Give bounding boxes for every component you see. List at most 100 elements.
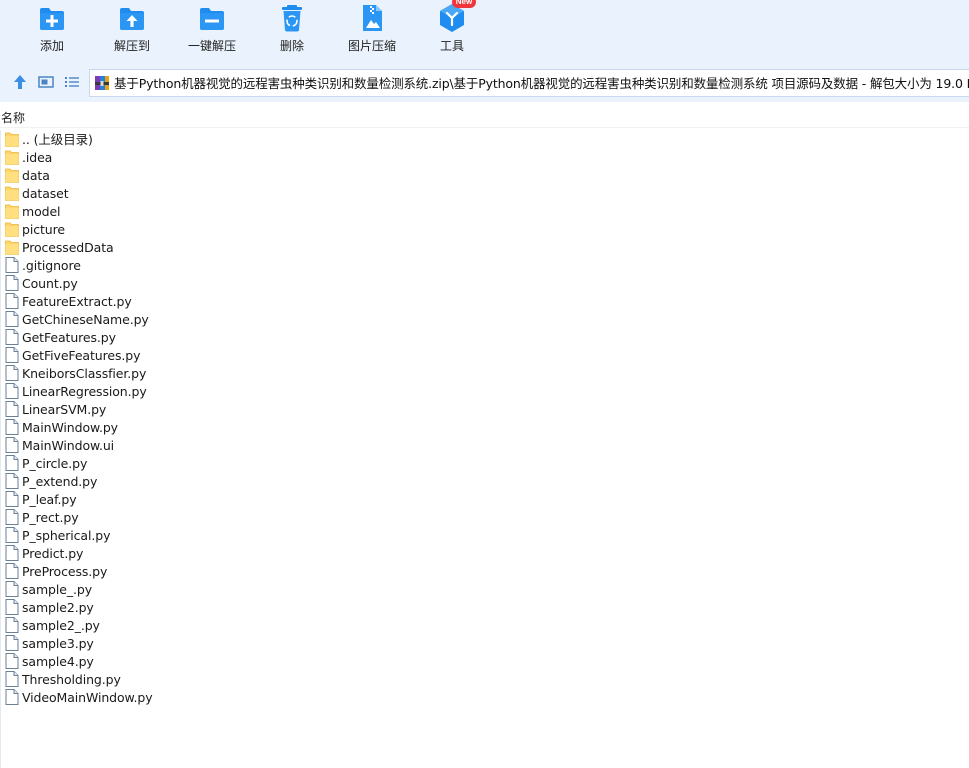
folder-add-icon <box>40 8 64 30</box>
item-name: .. (上级目录) <box>22 132 93 147</box>
item-name: P_circle.py <box>22 456 88 471</box>
file-icon <box>5 635 19 651</box>
file-row[interactable]: P_extend.py <box>1 472 969 490</box>
folder-row[interactable]: dataset <box>1 184 969 202</box>
file-row[interactable]: Count.py <box>1 274 969 292</box>
folder-row[interactable]: data <box>1 166 969 184</box>
file-icon <box>5 671 19 687</box>
item-name: picture <box>22 222 65 237</box>
file-icon <box>5 617 19 633</box>
toolbar: 添加 解压到 一键解压 删除 图片压缩 New 工具 <box>0 0 969 64</box>
thumbnail-view-icon[interactable] <box>37 73 55 91</box>
folder-icon <box>5 240 19 255</box>
item-name: MainWindow.py <box>22 420 118 435</box>
folder-row[interactable]: .. (上级目录) <box>1 130 969 148</box>
folder-icon <box>5 186 19 201</box>
file-row[interactable]: KneiborsClassfier.py <box>1 364 969 382</box>
arrow-up-icon[interactable] <box>11 73 29 91</box>
folder-row[interactable]: .idea <box>1 148 969 166</box>
folder-icon <box>5 150 19 165</box>
delete-button[interactable]: 删除 <box>254 0 330 60</box>
add-button[interactable]: 添加 <box>14 0 90 60</box>
list-header: 名称 <box>0 106 969 128</box>
tools-button[interactable]: New 工具 <box>414 0 490 60</box>
file-row[interactable]: LinearRegression.py <box>1 382 969 400</box>
file-row[interactable]: P_circle.py <box>1 454 969 472</box>
file-row[interactable]: Thresholding.py <box>1 670 969 688</box>
file-icon <box>5 653 19 669</box>
tools-label: 工具 <box>439 39 464 53</box>
file-row[interactable]: GetFeatures.py <box>1 328 969 346</box>
navigation-bar: 基于Python机器视觉的远程害虫种类识别和数量检测系统.zip\基于Pytho… <box>0 64 969 102</box>
file-row[interactable]: MainWindow.py <box>1 418 969 436</box>
file-icon <box>5 689 19 705</box>
file-row[interactable]: VideoMainWindow.py <box>1 688 969 706</box>
column-name-header[interactable]: 名称 <box>1 109 25 126</box>
folder-extract-icon <box>120 8 144 30</box>
file-row[interactable]: MainWindow.ui <box>1 436 969 454</box>
archive-window: 添加 解压到 一键解压 删除 图片压缩 New 工具 基于Python机器视觉的… <box>0 0 969 768</box>
item-name: MainWindow.ui <box>22 438 115 453</box>
file-row[interactable]: PreProcess.py <box>1 562 969 580</box>
file-row[interactable]: sample_.py <box>1 580 969 598</box>
file-row[interactable]: .gitignore <box>1 256 969 274</box>
item-name: KneiborsClassfier.py <box>22 366 147 381</box>
item-name: LinearRegression.py <box>22 384 147 399</box>
add-label: 添加 <box>39 39 64 53</box>
item-name: Predict.py <box>22 546 84 561</box>
item-name: data <box>22 168 50 183</box>
item-name: P_rect.py <box>22 510 79 525</box>
folder-icon <box>5 204 19 219</box>
zip-archive-icon <box>95 76 109 90</box>
file-row[interactable]: sample2_.py <box>1 616 969 634</box>
file-row[interactable]: GetFiveFeatures.py <box>1 346 969 364</box>
file-row[interactable]: P_leaf.py <box>1 490 969 508</box>
extract-to-label: 解压到 <box>113 39 150 53</box>
file-icon <box>5 509 19 525</box>
item-name: P_spherical.py <box>22 528 111 543</box>
file-row[interactable]: P_rect.py <box>1 508 969 526</box>
file-icon <box>5 563 19 579</box>
folder-row[interactable]: picture <box>1 220 969 238</box>
file-row[interactable]: sample2.py <box>1 598 969 616</box>
archive-path: 基于Python机器视觉的远程害虫种类识别和数量检测系统.zip\基于Pytho… <box>114 76 969 91</box>
folder-icon <box>5 132 19 147</box>
file-row[interactable]: sample3.py <box>1 634 969 652</box>
file-icon <box>5 581 19 597</box>
file-row[interactable]: Predict.py <box>1 544 969 562</box>
file-list: .. (上级目录) .idea data dataset model picture Pro… <box>0 130 969 768</box>
item-name: sample2.py <box>22 600 94 615</box>
item-name: Thresholding.py <box>22 672 121 687</box>
item-name: GetChineseName.py <box>22 312 149 327</box>
file-icon <box>5 527 19 543</box>
file-row[interactable]: sample4.py <box>1 652 969 670</box>
one-click-extract-button[interactable]: 一键解压 <box>174 0 250 60</box>
file-icon <box>5 383 19 399</box>
file-row[interactable]: P_spherical.py <box>1 526 969 544</box>
item-name: LinearSVM.py <box>22 402 107 417</box>
item-name: model <box>22 204 61 219</box>
new-badge: New <box>452 0 476 8</box>
extract-to-button[interactable]: 解压到 <box>94 0 170 60</box>
item-name: .gitignore <box>22 258 81 273</box>
folder-row[interactable]: model <box>1 202 969 220</box>
folder-row[interactable]: ProcessedData <box>1 238 969 256</box>
file-icon <box>5 275 19 291</box>
address-bar[interactable]: 基于Python机器视觉的远程害虫种类识别和数量检测系统.zip\基于Pytho… <box>89 69 969 97</box>
recycle-bin-icon <box>282 5 302 32</box>
image-compress-button[interactable]: 图片压缩 <box>334 0 410 60</box>
file-row[interactable]: GetChineseName.py <box>1 310 969 328</box>
one-click-extract-label: 一键解压 <box>187 39 236 53</box>
file-row[interactable]: FeatureExtract.py <box>1 292 969 310</box>
item-name: .idea <box>22 150 53 165</box>
file-icon <box>5 365 19 381</box>
file-icon <box>5 257 19 273</box>
item-name: GetFeatures.py <box>22 330 116 345</box>
file-row[interactable]: LinearSVM.py <box>1 400 969 418</box>
item-name: P_leaf.py <box>22 492 77 507</box>
list-view-icon[interactable] <box>63 73 81 91</box>
item-name: ProcessedData <box>22 240 114 255</box>
file-icon <box>5 329 19 345</box>
item-name: sample2_.py <box>22 618 100 633</box>
item-name: Count.py <box>22 276 78 291</box>
